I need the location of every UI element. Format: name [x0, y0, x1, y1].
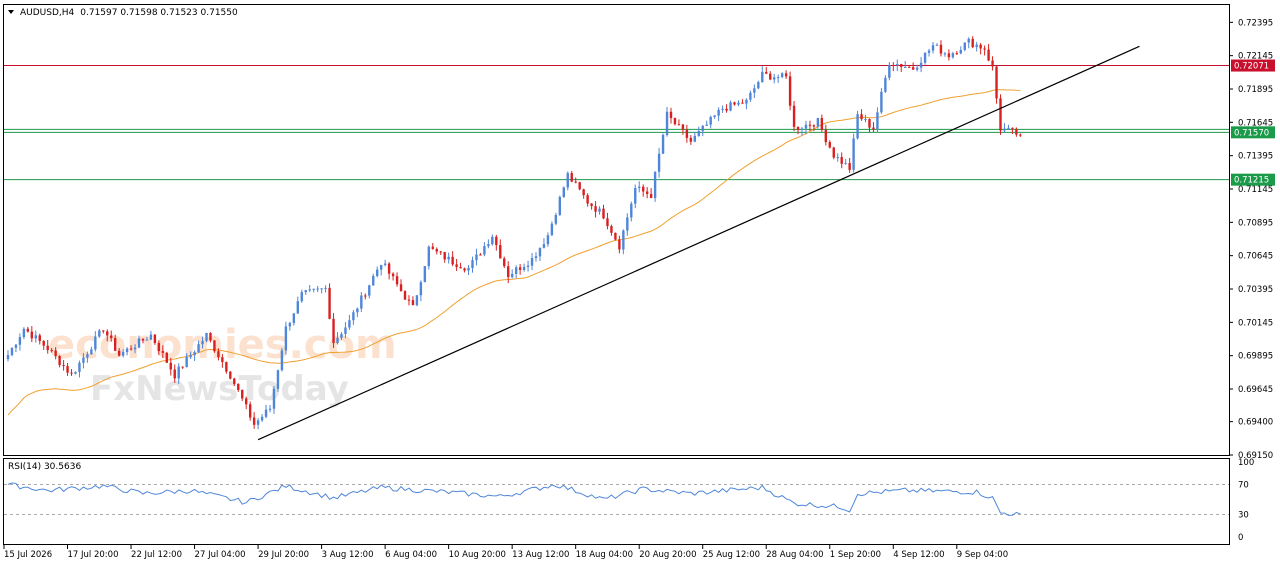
- candle[interactable]: [963, 42, 966, 52]
- candle[interactable]: [276, 369, 280, 392]
- candle[interactable]: [10, 347, 14, 357]
- price-tick-7: 0.70645: [1238, 252, 1273, 262]
- time-tick-15: 9 Sep 04:00: [957, 550, 1008, 560]
- time-tick-11: 25 Aug 12:00: [703, 550, 760, 560]
- time-tick-8: 13 Aug 12:00: [512, 550, 569, 560]
- price-tick-0: 0.72395: [1238, 18, 1273, 28]
- candle[interactable]: [415, 295, 419, 307]
- time-tick-13: 1 Sep 20:00: [830, 550, 881, 560]
- time-tick-7: 10 Aug 20:00: [449, 550, 506, 560]
- time-tick-1: 17 Jul 20:00: [68, 550, 119, 560]
- price-tick-5: 0.71145: [1238, 185, 1273, 195]
- symbol: AUDUSD,H4: [20, 8, 75, 18]
- candle[interactable]: [852, 133, 855, 173]
- candle[interactable]: [995, 66, 998, 104]
- rsi-tick-0: 100: [1238, 458, 1254, 468]
- price-tick-6: 0.70895: [1238, 218, 1273, 228]
- price-tick-2: 0.71895: [1238, 85, 1273, 95]
- candle[interactable]: [999, 94, 1002, 135]
- candle[interactable]: [788, 71, 792, 111]
- time-tick-4: 29 Jul 20:00: [258, 550, 309, 560]
- price-tick-9: 0.70145: [1238, 318, 1273, 328]
- time-tick-6: 6 Aug 04:00: [385, 550, 437, 560]
- price-tick-11: 0.69645: [1238, 385, 1273, 395]
- candle[interactable]: [427, 245, 431, 270]
- candle[interactable]: [856, 110, 859, 140]
- candle[interactable]: [558, 195, 562, 216]
- level-tag-1: 0.71570: [1234, 128, 1269, 138]
- time-tick-14: 4 Sep 12:00: [893, 550, 944, 560]
- candle[interactable]: [229, 371, 232, 380]
- price-tick-10: 0.69895: [1238, 352, 1273, 362]
- candle[interactable]: [328, 283, 331, 320]
- candle[interactable]: [562, 186, 565, 198]
- candle[interactable]: [284, 321, 288, 355]
- candle[interactable]: [880, 88, 883, 114]
- rsi-label: RSI(14) 30.5636: [8, 462, 81, 472]
- candle[interactable]: [280, 347, 284, 372]
- price-tick-12: 0.69400: [1238, 418, 1273, 428]
- candle[interactable]: [213, 340, 216, 353]
- time-tick-0: 15 Jul 2026: [4, 550, 52, 560]
- time-tick-5: 3 Aug 12:00: [322, 550, 374, 560]
- candle[interactable]: [165, 351, 168, 363]
- time-tick-12: 28 Aug 04:00: [766, 550, 823, 560]
- time-tick-9: 18 Aug 04:00: [576, 550, 633, 560]
- level-tag-0: 0.72071: [1234, 62, 1269, 72]
- candle[interactable]: [423, 266, 427, 283]
- ohlc-values: 0.71597 0.71598 0.71523 0.71550: [80, 8, 238, 18]
- level-tag-2: 0.71215: [1234, 176, 1269, 186]
- watermark-fxnewstoday: FxNewsToday: [90, 369, 349, 409]
- time-tick-10: 20 Aug 20:00: [639, 550, 696, 560]
- price-tick-8: 0.70395: [1238, 285, 1273, 295]
- candle[interactable]: [832, 146, 835, 160]
- candle[interactable]: [403, 290, 407, 300]
- rsi-tick-2: 30: [1238, 511, 1249, 521]
- rsi-tick-1: 70: [1238, 481, 1249, 491]
- rsi-tick-3: 0: [1238, 533, 1243, 543]
- audusd-h4-chart[interactable]: economies.com FxNewsToday 0.723950.72145…: [0, 0, 1280, 567]
- candle[interactable]: [653, 171, 657, 202]
- candle[interactable]: [614, 232, 617, 241]
- time-tick-3: 27 Jul 04:00: [195, 550, 246, 560]
- time-tick-2: 22 Jul 12:00: [131, 550, 182, 560]
- symbol-label: AUDUSD,H4 0.71597 0.71598 0.71523 0.71550: [20, 8, 238, 18]
- price-tick-4: 0.71395: [1238, 152, 1273, 162]
- candle[interactable]: [578, 181, 581, 191]
- candle[interactable]: [661, 133, 665, 155]
